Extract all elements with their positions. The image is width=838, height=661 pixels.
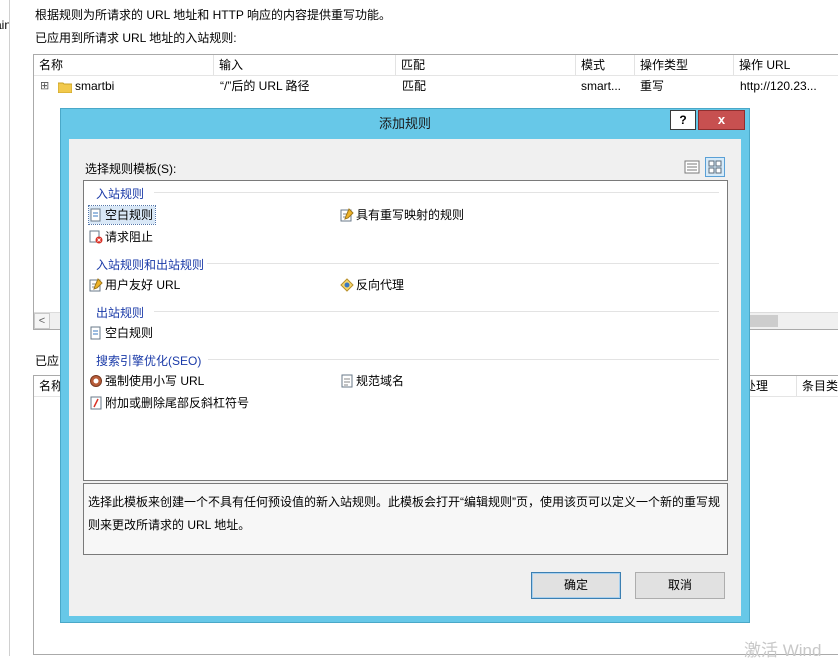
row-pattern: smart... [581, 79, 622, 93]
template-blank-outbound-rule[interactable]: 空白规则 [89, 324, 153, 342]
template-list[interactable]: 入站规则 空白规则 具有重写映射的规则 请求阻止 入站规则和出站规则 用户友好 … [83, 180, 728, 481]
template-label: 用户友好 URL [105, 278, 181, 292]
request-block-icon [89, 230, 103, 244]
row-action-type: 重写 [640, 79, 665, 93]
activation-watermark: 激活 Wind [744, 641, 822, 660]
col-header-name[interactable]: 名称 [34, 55, 214, 75]
add-rule-dialog: 添加规则 ? x 选择规则模板(S): 入站规则 空白规则 具有重写映射的规则 … [60, 108, 750, 623]
expand-icon[interactable]: ⊞ [40, 76, 49, 96]
col-header-action-type[interactable]: 操作类型 [635, 55, 734, 75]
col-header-input[interactable]: 输入 [214, 55, 396, 75]
col-header-entry-type[interactable]: 条目类 [797, 376, 838, 396]
col-header-action-url[interactable]: 操作 URL [734, 55, 838, 75]
canonical-domain-icon [340, 374, 354, 388]
template-reverse-proxy[interactable]: 反向代理 [340, 276, 404, 294]
inbound-rules-label: 已应用到所请求 URL 地址的入站规则: [35, 31, 237, 45]
blank-rule-icon [89, 208, 103, 222]
help-button[interactable]: ? [670, 110, 696, 130]
row-input: “/”后的 URL 路径 [220, 79, 310, 93]
template-label: 附加或删除尾部反斜杠符号 [105, 396, 250, 410]
intro-text: 根据规则为所请求的 URL 地址和 HTTP 响应的内容提供重写功能。 [35, 8, 392, 22]
template-trailing-slash[interactable]: 附加或删除尾部反斜杠符号 [89, 394, 249, 412]
template-canonical-domain[interactable]: 规范域名 [340, 372, 404, 390]
left-pane-fragment: ain [0, 18, 9, 32]
ok-button[interactable]: 确定 [531, 572, 621, 599]
group-header-seo: 搜索引擎优化(SEO) [96, 354, 202, 368]
template-description: 选择此模板来创建一个不具有任何预设值的新入站规则。此模板会打开“编辑规则”页，使… [83, 483, 728, 555]
rewrite-map-icon [340, 208, 354, 222]
reverse-proxy-icon [340, 278, 354, 292]
template-lowercase-url[interactable]: 强制使用小写 URL [89, 372, 204, 390]
group-divider [207, 263, 719, 264]
template-label: 具有重写映射的规则 [356, 208, 465, 222]
template-label: 强制使用小写 URL [105, 374, 205, 388]
row-action-url: http://120.23... [740, 79, 817, 93]
col-header-pattern[interactable]: 模式 [576, 55, 635, 75]
group-header-inbound-outbound: 入站规则和出站规则 [96, 258, 205, 272]
template-label: 空白规则 [105, 208, 154, 222]
template-rewrite-map-rule[interactable]: 具有重写映射的规则 [340, 206, 464, 224]
table-row[interactable]: ⊞ smartbi “/”后的 URL 路径 匹配 smart... 重写 ht… [34, 76, 838, 96]
group-divider [154, 311, 719, 312]
template-blank-rule[interactable]: 空白规则 [87, 205, 157, 225]
dialog-title: 添加规则 [378, 116, 431, 131]
select-template-label: 选择规则模板(S): [85, 162, 177, 176]
template-friendly-url[interactable]: 用户友好 URL [89, 276, 180, 294]
close-button[interactable]: x [698, 110, 745, 130]
list-view-icon[interactable] [682, 157, 702, 177]
row-name: smartbi [75, 79, 115, 93]
template-label: 规范域名 [356, 374, 405, 388]
template-label: 反向代理 [356, 278, 405, 292]
row-match: 匹配 [402, 79, 427, 93]
scroll-left-icon[interactable]: < [34, 313, 50, 329]
list-header: 名称 输入 匹配 模式 操作类型 操作 URL [34, 55, 838, 76]
template-label: 空白规则 [105, 326, 154, 340]
template-request-block[interactable]: 请求阻止 [89, 228, 153, 246]
pane-divider [9, 0, 10, 656]
group-divider [154, 192, 719, 193]
group-divider [208, 359, 719, 360]
outbound-rules-label: 已应 [35, 354, 60, 368]
template-label: 请求阻止 [105, 230, 154, 244]
friendly-url-icon [89, 278, 103, 292]
group-header-inbound: 入站规则 [96, 187, 145, 201]
col-header-match[interactable]: 匹配 [396, 55, 576, 75]
blank-outbound-rule-icon [89, 326, 103, 340]
folder-icon [57, 79, 73, 94]
trailing-slash-icon [89, 396, 103, 410]
left-pane-edge: ain [0, 0, 9, 656]
tile-view-icon[interactable] [705, 157, 725, 177]
group-header-outbound: 出站规则 [96, 306, 145, 320]
dialog-body: 选择规则模板(S): 入站规则 空白规则 具有重写映射的规则 请求阻止 入站规则… [69, 139, 741, 616]
lowercase-url-icon [89, 374, 103, 388]
cancel-button[interactable]: 取消 [635, 572, 725, 599]
